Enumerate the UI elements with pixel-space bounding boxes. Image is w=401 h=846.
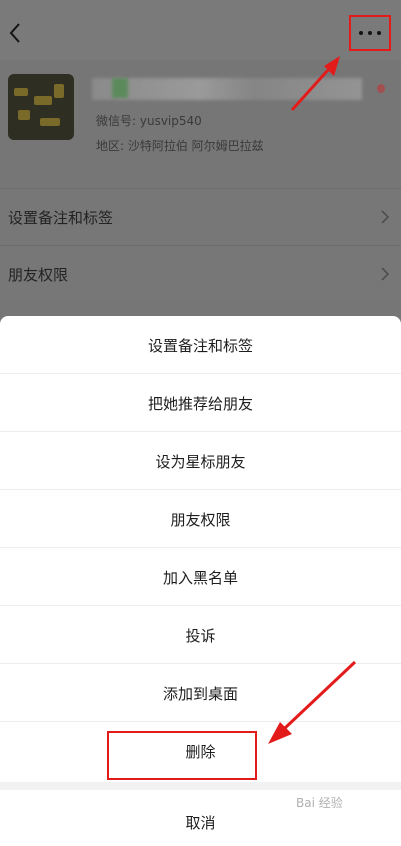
watermark: Bai 经验 [296, 796, 343, 810]
region: 地区: 沙特阿拉伯 阿尔姆巴拉兹 [96, 139, 264, 153]
sheet-item-label: 设置备注和标签 [147, 337, 253, 355]
top-bar [0, 0, 401, 60]
more-dots-icon [359, 31, 383, 37]
more-button[interactable] [349, 15, 391, 51]
sheet-item-blacklist[interactable]: 加入黑名单 [0, 548, 401, 606]
sheet-item-label: 朋友权限 [170, 511, 231, 529]
sheet-item-label: 投诉 [185, 627, 216, 645]
sheet-item-label: 把她推荐给朋友 [147, 395, 253, 413]
cancel-label: 取消 [185, 814, 216, 832]
gender-icon [377, 84, 385, 93]
sheet-divider [0, 782, 401, 790]
chevron-right-icon [381, 210, 389, 224]
bg-row-remark: 设置备注和标签 [0, 188, 401, 245]
sheet-item-label: 设为星标朋友 [155, 453, 246, 471]
avatar[interactable] [8, 74, 74, 140]
bg-row-permission: 朋友权限 [0, 245, 401, 302]
highlight-box-delete [107, 731, 257, 780]
sheet-item-recommend[interactable]: 把她推荐给朋友 [0, 374, 401, 432]
sheet-item-permission[interactable]: 朋友权限 [0, 490, 401, 548]
bg-row-label: 朋友权限 [8, 266, 69, 284]
sheet-item-set-remark[interactable]: 设置备注和标签 [0, 316, 401, 374]
sheet-item-label: 添加到桌面 [162, 685, 238, 703]
chevron-right-icon [381, 267, 389, 281]
sheet-item-label: 加入黑名单 [162, 569, 238, 587]
sheet-item-report[interactable]: 投诉 [0, 606, 401, 664]
chevron-left-icon[interactable] [6, 20, 26, 46]
bg-row-label: 设置备注和标签 [8, 209, 114, 227]
sheet-item-add-to-desktop[interactable]: 添加到桌面 [0, 664, 401, 722]
sheet-item-star[interactable]: 设为星标朋友 [0, 432, 401, 490]
nickname-blurred-icon [112, 78, 128, 98]
nickname-blurred [92, 78, 362, 100]
wechat-id: 微信号: yusvip540 [96, 114, 202, 128]
